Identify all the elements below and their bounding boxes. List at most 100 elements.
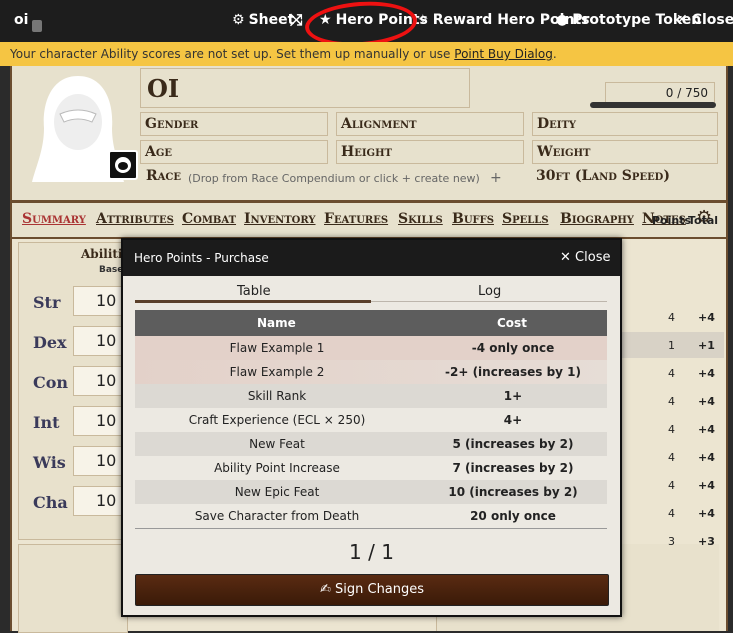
skill-points-cell: 4 <box>668 367 675 380</box>
ability-row: Cha 10 <box>19 483 127 519</box>
ability-label: Con <box>33 373 69 392</box>
tab-attributes[interactable]: Attributes <box>96 211 174 227</box>
weight-field[interactable]: Weight <box>532 140 718 164</box>
tab-spells[interactable]: Spells <box>502 211 549 227</box>
ability-label: Str <box>33 293 61 312</box>
window-title: oi <box>14 12 29 28</box>
ability-row: Con 10 <box>19 363 127 399</box>
token-icon[interactable] <box>108 150 138 180</box>
gear-icon: ⚙ <box>232 12 245 28</box>
points-column-header: Points <box>652 214 692 227</box>
skill-points-cell: 3 <box>668 535 675 548</box>
skill-points-cell: 4 <box>668 311 675 324</box>
height-field[interactable]: Height <box>336 140 524 164</box>
point-buy-link[interactable]: Point Buy Dialog <box>454 47 553 61</box>
name-column-header: Name <box>257 316 296 330</box>
ability-base-input[interactable]: 10 <box>73 366 127 396</box>
table-row[interactable]: Ability Point Increase 7 (increases by 2) <box>135 456 607 480</box>
user-circle-icon: ● <box>556 12 569 28</box>
active-tab-underline <box>135 300 371 303</box>
split-arrow-icon: ⤨ <box>290 10 303 29</box>
add-race-button[interactable]: + <box>490 170 502 186</box>
hero-points-dialog: Hero Points - Purchase ✕ Close Table Log… <box>121 238 622 617</box>
ability-base-input[interactable]: 10 <box>73 486 127 516</box>
table-row[interactable]: Craft Experience (ECL × 250) 4+ <box>135 408 607 432</box>
sign-changes-button[interactable]: ✍ Sign Changes <box>135 574 609 606</box>
ability-label: Cha <box>33 493 68 512</box>
ability-base-input[interactable]: 10 <box>73 326 127 356</box>
ability-warning-banner: Your character Ability scores are not se… <box>0 42 733 66</box>
dialog-close-button[interactable]: ✕ Close <box>560 250 610 265</box>
gender-field[interactable]: Gender <box>140 112 328 136</box>
tab-log[interactable]: Log <box>478 284 501 299</box>
race-label: Race <box>146 168 181 184</box>
ability-base-input[interactable]: 10 <box>73 286 127 316</box>
abilities-header: Abiliti <box>81 247 123 261</box>
experience-field[interactable]: 0 / 750 <box>605 82 715 104</box>
skill-total-cell: +1 <box>698 339 715 352</box>
skill-points-cell: 4 <box>668 507 675 520</box>
skill-points-cell: 4 <box>668 479 675 492</box>
lower-left-panel <box>18 544 128 633</box>
close-icon: ✕ <box>676 12 688 28</box>
total-column-header: Total <box>688 214 719 227</box>
skill-total-cell: +4 <box>698 423 715 436</box>
skill-points-cell: 1 <box>668 339 675 352</box>
sheet-tabs: Summary Attributes Combat Inventory Feat… <box>12 203 726 239</box>
skill-total-cell: +4 <box>698 479 715 492</box>
table-row[interactable]: New Epic Feat 10 (increases by 2) <box>135 480 607 504</box>
deity-field[interactable]: Deity <box>532 112 718 136</box>
skill-total-cell: +4 <box>698 451 715 464</box>
dialog-title: Hero Points - Purchase <box>134 251 269 265</box>
table-row[interactable]: Flaw Example 2 -2+ (increases by 1) <box>135 360 607 384</box>
race-hint: (Drop from Race Compendium or click + cr… <box>188 172 480 185</box>
skill-total-cell: +4 <box>698 395 715 408</box>
tab-features[interactable]: Features <box>324 211 388 227</box>
tab-table[interactable]: Table <box>237 284 271 299</box>
table-row[interactable]: Flaw Example 1 -4 only once <box>135 336 607 360</box>
close-window-button[interactable]: ✕ Close <box>676 12 733 28</box>
abilities-panel: Abiliti Base Str 10 Dex 10 Con 10 Int 10 Wis… <box>18 242 128 540</box>
table-row[interactable]: Save Character from Death 20 only once <box>135 504 607 528</box>
ability-row: Dex 10 <box>19 323 127 359</box>
skill-total-cell: +3 <box>698 535 715 548</box>
signature-icon: ✍ <box>319 582 331 597</box>
window-titlebar: oi ⚙ Sheet ⤨ ★ Hero Points ✧ Reward Hero Po… <box>0 0 733 50</box>
skill-points-cell: 4 <box>668 423 675 436</box>
skill-points-cell: 4 <box>668 451 675 464</box>
ability-label: Dex <box>33 333 67 352</box>
ability-row: Wis 10 <box>19 443 127 479</box>
skill-total-cell: +4 <box>698 367 715 380</box>
sheet-header: OI 0 / 750 Gender Alignment Deity Age He… <box>12 66 726 203</box>
table-row[interactable]: Skill Rank 1+ <box>135 384 607 408</box>
tab-summary[interactable]: Summary <box>22 211 86 227</box>
age-field[interactable]: Age <box>140 140 328 164</box>
table-divider <box>135 528 607 529</box>
tab-biography[interactable]: Biography <box>560 211 634 227</box>
tab-buffs[interactable]: Buffs <box>452 211 494 227</box>
ability-base-input[interactable]: 10 <box>73 406 127 436</box>
close-icon: ✕ <box>560 250 571 265</box>
ability-base-input[interactable]: 10 <box>73 446 127 476</box>
dialog-titlebar: Hero Points - Purchase ✕ Close <box>123 240 620 276</box>
skill-points-cell: 4 <box>668 395 675 408</box>
table-header: Name Cost <box>135 310 607 336</box>
table-row[interactable]: New Feat 5 (increases by 2) <box>135 432 607 456</box>
sparkle-icon: ✧ <box>417 12 429 28</box>
sheet-button[interactable]: ⚙ Sheet <box>232 12 294 28</box>
tab-inventory[interactable]: Inventory <box>244 211 316 227</box>
tab-combat[interactable]: Combat <box>182 211 236 227</box>
skill-total-cell: +4 <box>698 507 715 520</box>
skill-total-cell: +4 <box>698 311 715 324</box>
ability-row: Str 10 <box>19 283 127 319</box>
page-indicator: 1 / 1 <box>349 540 394 564</box>
character-name-field[interactable]: OI <box>140 68 470 108</box>
ability-row: Int 10 <box>19 403 127 439</box>
experience-bar <box>590 102 716 108</box>
alignment-field[interactable]: Alignment <box>336 112 524 136</box>
base-column-header: Base <box>99 265 124 275</box>
tab-divider <box>371 301 607 302</box>
document-icon <box>32 20 42 32</box>
cost-column-header: Cost <box>497 316 527 330</box>
tab-skills[interactable]: Skills <box>398 211 443 227</box>
